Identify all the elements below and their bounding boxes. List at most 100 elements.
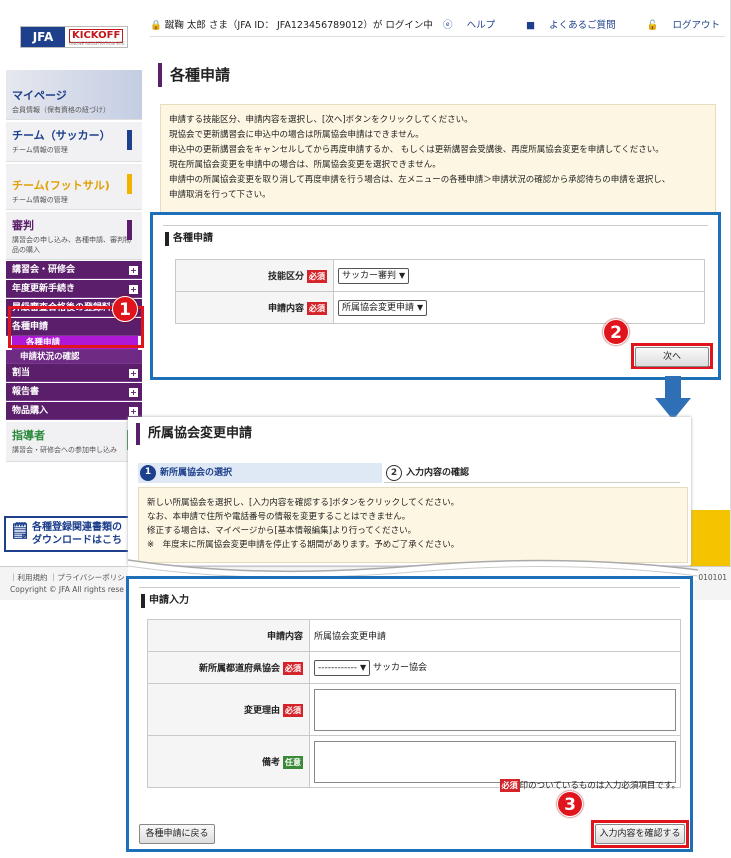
- step-confirm-input: 2 入力内容の確認: [384, 463, 680, 483]
- notice-box: 申請する技能区分、申請内容を選択し、[次へ]ボタンをクリックしてください。 現協…: [160, 104, 716, 214]
- expand-icon: +: [129, 369, 138, 378]
- nav-assignment[interactable]: 割当 +: [6, 364, 142, 382]
- page-title: 各種申請: [158, 63, 358, 87]
- screenshot-root: JFA KICKOFF ONLINE REGISTRATION SITE 🔒 蹴…: [0, 0, 731, 858]
- notice-line: 申請する技能区分、申請内容を選択し、[次へ]ボタンをクリックしてください。: [169, 115, 473, 125]
- expand-icon: +: [129, 266, 138, 275]
- notice-line: 現在所属協会変更を申請中の場合は、所属協会変更を選択できません。: [169, 160, 441, 170]
- nav-seminar[interactable]: 講習会・研修会 +: [6, 261, 142, 279]
- required-badge: 必須: [499, 779, 520, 792]
- pref-suffix: サッカー協会: [373, 662, 428, 673]
- lock-icon: 🔒: [150, 20, 162, 31]
- section-heading: 申請入力: [139, 587, 680, 613]
- back-to-applications-button[interactable]: 各種申請に戻る: [139, 824, 215, 844]
- coach-title: 指導者: [12, 429, 45, 442]
- reason-textarea[interactable]: [314, 688, 676, 731]
- chevron-down-icon: ▼: [417, 302, 424, 312]
- required-badge: 必須: [283, 703, 303, 717]
- application-content-label: 申請内容 必須: [175, 291, 334, 324]
- sidebar-coach[interactable]: 指導者 講習会・研修会への参加申し込み: [6, 422, 142, 462]
- logo-jfa-text: JFA: [21, 27, 65, 47]
- section-heading: 各種申請: [163, 225, 708, 251]
- referee-accent-bar: [127, 220, 132, 240]
- notice-line: 修正する場合は、マイページから[基本情報編集]より行ってください。: [147, 526, 417, 536]
- skill-category-label: 技能区分 必須: [175, 259, 334, 292]
- skill-category-select[interactable]: サッカー審判 ▼: [338, 267, 410, 284]
- application-form-table: 技能区分 必須 サッカー審判 ▼ 申請内容 必須 所属協会変更申請 ▼: [175, 259, 705, 324]
- optional-badge: 任意: [283, 755, 303, 769]
- futsal-sub: チーム情報の管理: [12, 196, 68, 204]
- note-label-cell: 備考 任意: [147, 735, 310, 788]
- nav-report[interactable]: 報告書 +: [6, 383, 142, 401]
- notice-line: 申請取消を行って下さい。: [169, 190, 271, 200]
- sidebar-team-soccer[interactable]: チーム（サッカー） チーム情報の管理: [6, 122, 142, 162]
- notice-line: 申込中の更新講習会をキャンセルしてから再度申請するか、 もしくは更新講習会受講後…: [169, 145, 664, 155]
- input-form-table: 申請内容 所属協会変更申請 新所属都道府県協会 必須 ------------ ▼ …: [147, 619, 681, 788]
- soccer-sub: チーム情報の管理: [12, 146, 68, 154]
- progress-steps: 1 新所属協会の選択 2 入力内容の確認: [138, 463, 680, 483]
- reason-value-cell: [309, 683, 681, 736]
- mypage-sub: 会員情報（保有資格の紐づけ）: [12, 106, 110, 114]
- soccer-accent-bar: [127, 130, 132, 150]
- futsal-accent-bar: [127, 174, 132, 194]
- nav-application-status[interactable]: 申請状況の確認: [6, 350, 142, 364]
- notice-line: ※ 年度末に所属協会変更申請を停止する期間があります。予めご了承ください。: [147, 540, 460, 550]
- note-textarea[interactable]: [314, 740, 676, 783]
- sidebar-referee[interactable]: 審判 講習会の申し込み、各種申請、審判物品の購入: [6, 212, 142, 260]
- arrow-down-icon: [655, 376, 691, 420]
- documents-download-banner[interactable]: 🗒 各種登録関連書類の ダウンロードはこち: [4, 516, 130, 552]
- faq-link[interactable]: ■ よくあるご質問: [512, 20, 616, 31]
- soccer-title: チーム（サッカー）: [12, 129, 111, 142]
- skill-category-cell: サッカー審判 ▼: [333, 259, 705, 292]
- application-content-select[interactable]: 所属協会変更申請 ▼: [338, 299, 428, 316]
- required-badge: 必須: [283, 661, 303, 675]
- referee-title: 審判: [12, 219, 34, 232]
- notice-line: 申請中の所属協会変更を取り消して再度申請を行う場合は、左メニューの各種申請＞申請…: [169, 175, 671, 185]
- prefecture-select[interactable]: ------------ ▼: [314, 659, 371, 676]
- required-badge: 必須: [307, 269, 327, 283]
- required-badge: 必須: [307, 301, 327, 315]
- expand-icon: +: [129, 388, 138, 397]
- membership-change-page: 所属協会変更申請 1 新所属協会の選択 2 入力内容の確認 新しい所属協会を選択…: [128, 417, 691, 565]
- logout-link[interactable]: 🔓 ログアウト: [633, 20, 720, 31]
- login-status: 蹴鞠 太郎 さま（JFA ID： JFA123456789012）が ログイン中: [164, 20, 433, 31]
- padlock-icon: 🔓: [646, 20, 659, 31]
- step-number: 2: [386, 465, 402, 481]
- chevron-down-icon: ▼: [359, 662, 367, 672]
- content-label-cell: 申請内容: [147, 619, 310, 652]
- content-value-cell: 所属協会変更申請: [309, 619, 681, 652]
- top-bar: 🔒 蹴鞠 太郎 さま（JFA ID： JFA123456789012）が ログイ…: [150, 16, 720, 36]
- notice-line: 新しい所属協会を選択し、[入力内容を確認する]ボタンをクリックしてください。: [147, 498, 460, 508]
- required-note: 必須 印のついているものは入力必須項目です。: [499, 779, 680, 792]
- next-button[interactable]: 次へ: [635, 347, 709, 367]
- help-link[interactable]: ⓔ ヘルプ: [429, 20, 495, 31]
- logo-sub-text: ONLINE REGISTRATION SITE: [69, 41, 125, 46]
- document-icon: 🗒: [10, 521, 31, 540]
- step-badge-1: 1: [112, 296, 138, 322]
- chat-icon: ■: [526, 20, 536, 31]
- step-number: 1: [140, 465, 156, 481]
- application-select-panel: 各種申請 技能区分 必須 サッカー審判 ▼ 申請内容 必須 所属協会変更申請 ▼ 2 次…: [150, 212, 721, 380]
- nav-goods[interactable]: 物品購入 +: [6, 402, 142, 420]
- expand-icon: +: [129, 407, 138, 416]
- footer-code: 010101: [698, 573, 727, 582]
- page2-notice-box: 新しい所属協会を選択し、[入力内容を確認する]ボタンをクリックしてください。 な…: [138, 487, 688, 563]
- notice-line: なお、本申請で住所や電話番号の情報を変更することはできません。: [147, 512, 411, 522]
- confirm-input-button[interactable]: 入力内容を確認する: [595, 824, 685, 844]
- sidebar-mypage[interactable]: マイページ 会員情報（保有資格の紐づけ）: [6, 70, 142, 120]
- banner-line2: ダウンロードはこち: [32, 535, 122, 546]
- step-badge-2: 2: [603, 319, 629, 345]
- banner-line1: 各種登録関連書類の: [32, 522, 122, 533]
- reason-label-cell: 変更理由 必須: [147, 683, 310, 736]
- coach-sub: 講習会・研修会への参加申し込み: [12, 446, 117, 454]
- step-select-association: 1 新所属協会の選択: [138, 463, 382, 483]
- futsal-title: チーム(フットサル): [12, 179, 110, 192]
- application-content-cell: 所属協会変更申請 ▼: [333, 291, 705, 324]
- application-input-panel: 申請入力 申請内容 所属協会変更申請 新所属都道府県協会 必須 ---------…: [126, 576, 693, 852]
- help-icon: ⓔ: [443, 20, 453, 31]
- referee-sub: 講習会の申し込み、各種申請、審判物品の購入: [12, 236, 131, 254]
- sidebar-team-futsal[interactable]: チーム(フットサル) チーム情報の管理: [6, 164, 142, 210]
- pref-label-cell: 新所属都道府県協会 必須: [147, 651, 310, 684]
- step-badge-3: 3: [557, 791, 583, 817]
- jfa-kickoff-logo[interactable]: JFA KICKOFF ONLINE REGISTRATION SITE: [20, 26, 128, 48]
